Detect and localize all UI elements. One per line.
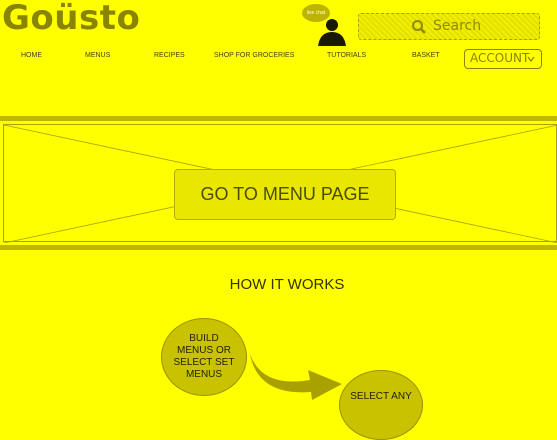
step-build-menus-label: BUILD MENUS OR SELECT SET MENUS xyxy=(173,333,235,380)
nav-basket[interactable]: BASKET xyxy=(412,52,440,59)
step-select-any-label: SELECT ANY xyxy=(350,391,412,402)
step-select-any: SELECT ANY xyxy=(339,370,423,440)
person-icon xyxy=(318,19,346,46)
account-dropdown[interactable]: ACCOUNT xyxy=(464,49,542,69)
nav-recipes[interactable]: RECIPES xyxy=(154,52,185,59)
search-placeholder: Search xyxy=(433,18,482,34)
account-label: ACCOUNT xyxy=(470,51,530,65)
go-to-menu-button[interactable]: GO TO MENU PAGE xyxy=(174,169,396,220)
chevron-down-icon xyxy=(527,56,535,62)
step-build-menus: BUILD MENUS OR SELECT SET MENUS xyxy=(161,318,247,396)
live-chat-widget[interactable]: live chat xyxy=(302,4,352,46)
step-arrow-icon xyxy=(250,354,342,400)
how-it-works-heading: HOW IT WORKS xyxy=(229,276,345,293)
hero-banner: GO TO MENU PAGE xyxy=(0,116,557,250)
search-input[interactable]: Search xyxy=(358,13,540,40)
logo-text: Goüsto xyxy=(2,0,141,38)
go-to-menu-label: GO TO MENU PAGE xyxy=(200,184,370,204)
nav-tutorials[interactable]: TUTORIALS xyxy=(327,52,366,59)
search-icon xyxy=(412,20,426,34)
nav-shop-for-groceries[interactable]: SHOP FOR GROCERIES xyxy=(214,52,294,59)
nav-menus[interactable]: MENUS xyxy=(85,52,110,59)
nav-home[interactable]: HOME xyxy=(21,52,42,59)
hero-image-placeholder: GO TO MENU PAGE xyxy=(3,124,557,243)
gousto-logo[interactable]: Goüsto xyxy=(2,0,140,38)
